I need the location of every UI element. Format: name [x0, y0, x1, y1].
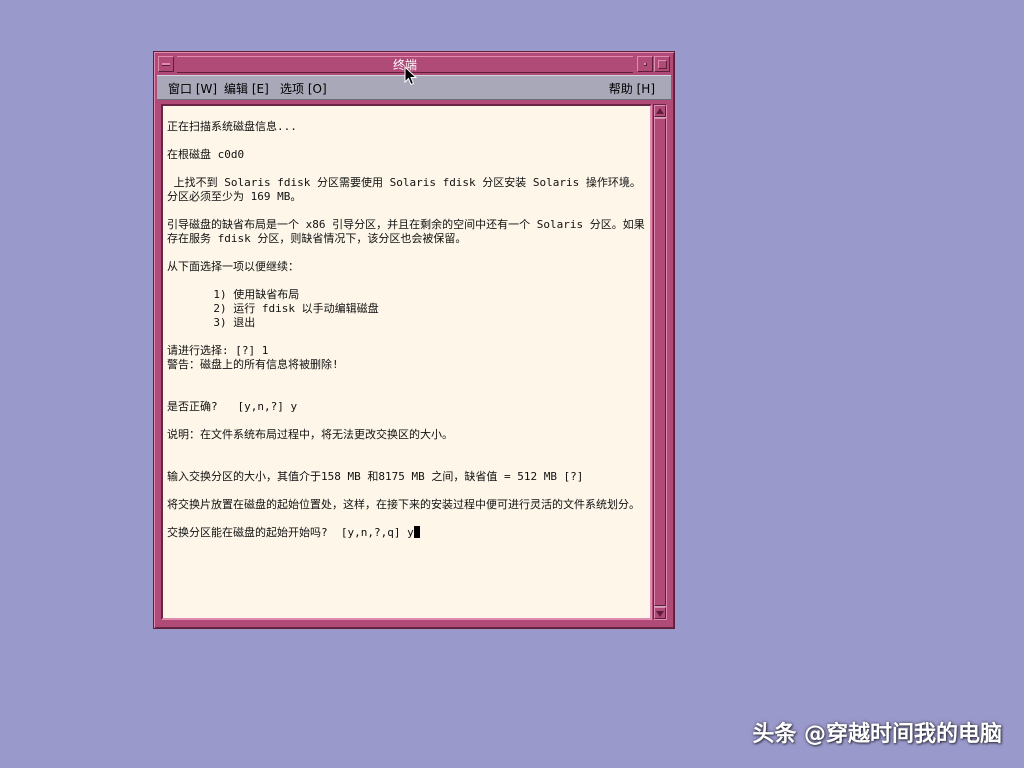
- maximize-icon: [658, 60, 667, 69]
- menu-help[interactable]: 帮助 [H]: [609, 80, 655, 97]
- text-cursor: [413, 526, 420, 538]
- window-title: 终端: [177, 56, 633, 73]
- menu-window[interactable]: 窗口 [W]: [168, 80, 217, 97]
- terminal-window: 终端 窗口 [W] 编辑 [E] 选项 [O] 帮助 [H] 正在扫描系统磁盘信…: [153, 51, 675, 629]
- terminal-output-area[interactable]: 正在扫描系统磁盘信息... 在根磁盘 c0d0 上找不到 Solaris fdi…: [161, 104, 652, 620]
- minimize-button[interactable]: [637, 56, 653, 72]
- title-bar[interactable]: 终端: [157, 55, 671, 75]
- window-menu-button[interactable]: [158, 56, 174, 72]
- scrollbar-thumb[interactable]: [654, 118, 666, 606]
- menu-options[interactable]: 选项 [O]: [280, 80, 327, 97]
- window-menu-icon: [162, 63, 170, 66]
- maximize-button[interactable]: [654, 56, 670, 72]
- terminal-text-block: 正在扫描系统磁盘信息... 在根磁盘 c0d0 上找不到 Solaris fdi…: [167, 120, 647, 540]
- terminal-output: 正在扫描系统磁盘信息... 在根磁盘 c0d0 上找不到 Solaris fdi…: [167, 120, 645, 539]
- menu-bar: 窗口 [W] 编辑 [E] 选项 [O] 帮助 [H]: [157, 75, 671, 100]
- minimize-icon: [644, 63, 647, 66]
- scroll-up-button[interactable]: [654, 105, 666, 117]
- watermark: 头条 @穿越时间我的电脑: [752, 722, 1002, 747]
- arrow-down-icon: [656, 611, 664, 617]
- arrow-up-icon: [656, 108, 664, 114]
- scroll-down-button[interactable]: [654, 607, 666, 619]
- vertical-scrollbar[interactable]: [653, 104, 667, 620]
- menu-edit[interactable]: 编辑 [E]: [224, 80, 269, 97]
